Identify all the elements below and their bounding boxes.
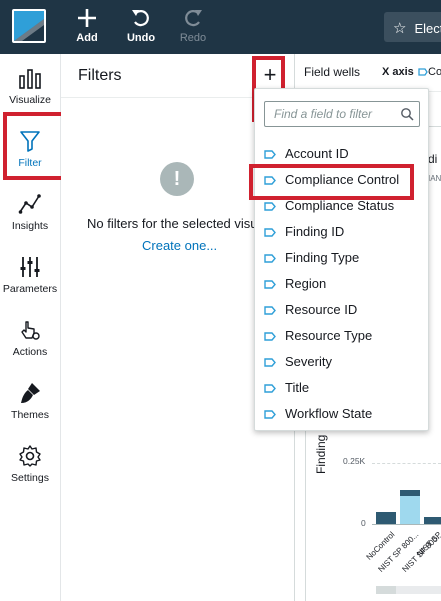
field-wells-label: Field wells	[304, 65, 361, 79]
undo-icon	[119, 6, 163, 30]
field-item-resource-type[interactable]: Resource Type	[255, 323, 430, 349]
field-item-finding-type[interactable]: Finding Type	[255, 245, 430, 271]
add-label: Add	[76, 32, 98, 44]
gear-icon	[19, 445, 41, 467]
redo-button[interactable]: Redo	[171, 6, 215, 44]
annotation-highlight-compliance-control	[249, 164, 414, 200]
rail-label-parameters: Parameters	[2, 283, 58, 295]
field-item-label: Severity	[285, 354, 332, 369]
y-tick-label: 0.25K	[343, 456, 366, 466]
rail-item-actions[interactable]: Actions	[0, 318, 60, 358]
x-axis-field-name: Co	[428, 66, 441, 78]
rail-label-themes: Themes	[11, 409, 49, 421]
dimension-tag-icon	[264, 384, 276, 393]
undo-label: Undo	[126, 32, 156, 44]
scrollbar-thumb[interactable]	[376, 586, 396, 594]
analysis-title: Elect	[414, 21, 441, 36]
bar-chart-icon	[19, 69, 41, 89]
dimension-tag-icon	[264, 202, 276, 211]
top-toolbar: Add Undo Redo ☆ Elect	[0, 0, 441, 54]
undo-button[interactable]: Undo	[119, 6, 163, 44]
rail-label-settings: Settings	[11, 472, 49, 484]
dimension-tag-icon	[264, 150, 276, 159]
annotation-highlight-filter	[3, 112, 65, 180]
search-icon	[401, 108, 414, 121]
filters-title: Filters	[78, 67, 122, 84]
field-item-label: Compliance Status	[285, 198, 395, 213]
field-wells-bar[interactable]: Field wells X axis Co	[296, 54, 441, 92]
field-item-severity[interactable]: Severity	[255, 349, 430, 375]
trend-line-icon	[18, 194, 41, 214]
field-item-label: Finding Type	[285, 250, 360, 265]
field-item-label: Workflow State	[285, 406, 373, 421]
field-search-box	[264, 101, 420, 127]
create-filter-link[interactable]: Create one...	[142, 238, 217, 253]
field-item-label: Resource ID	[285, 302, 358, 317]
field-item-workflow-state[interactable]: Workflow State	[255, 401, 430, 427]
sliders-icon	[20, 257, 40, 277]
rail-label-visualize: Visualize	[9, 94, 51, 106]
bar-segment[interactable]	[400, 496, 420, 524]
field-item-finding-id[interactable]: Finding ID	[255, 219, 430, 245]
rail-item-parameters[interactable]: Parameters	[0, 255, 60, 295]
field-picker-dropdown: Account ID Compliance Control Compliance…	[254, 88, 429, 431]
dimension-tag-icon	[418, 68, 428, 76]
rail-item-insights[interactable]: Insights	[0, 192, 60, 232]
field-item-label: Resource Type	[285, 328, 373, 343]
rail-item-themes[interactable]: Themes	[0, 381, 60, 421]
dimension-tag-icon	[264, 280, 276, 289]
dimension-tag-icon	[264, 358, 276, 367]
info-icon: !	[160, 162, 194, 196]
analysis-title-button[interactable]: ☆ Elect	[384, 12, 441, 42]
rail-item-settings[interactable]: Settings	[0, 444, 60, 484]
gridline	[372, 463, 441, 464]
x-axis-well-label: X axis	[382, 66, 414, 78]
field-item-region[interactable]: Region	[255, 271, 430, 297]
field-search-input[interactable]	[265, 102, 395, 126]
paintbrush-icon	[21, 383, 40, 403]
quicksight-logo[interactable]	[12, 9, 46, 43]
y-axis-label: Finding	[314, 434, 328, 474]
dimension-tag-icon	[264, 410, 276, 419]
field-item-title[interactable]: Title	[255, 375, 430, 401]
bar-segment[interactable]	[376, 512, 396, 524]
x-axis-baseline	[372, 524, 441, 525]
field-item-label: Account ID	[285, 146, 349, 161]
rail-label-insights: Insights	[11, 220, 49, 232]
x-axis-field-chip[interactable]: Co	[418, 66, 441, 78]
pointer-gear-icon	[21, 321, 40, 340]
field-item-resource-id[interactable]: Resource ID	[255, 297, 430, 323]
dimension-tag-icon	[264, 254, 276, 263]
dimension-tag-icon	[264, 332, 276, 341]
horizontal-scrollbar[interactable]	[376, 586, 441, 594]
rail-label-actions: Actions	[12, 346, 48, 358]
field-item-label: Region	[285, 276, 327, 291]
plus-icon	[65, 6, 109, 30]
bar-segment[interactable]	[424, 517, 441, 524]
field-item-label: Title	[285, 380, 310, 395]
star-icon: ☆	[393, 20, 407, 37]
redo-icon	[171, 6, 215, 30]
y-tick-label: 0	[361, 518, 366, 528]
add-button[interactable]: Add	[65, 6, 109, 44]
dimension-tag-icon	[264, 306, 276, 315]
rail-item-visualize[interactable]: Visualize	[0, 66, 60, 106]
field-item-label: Finding ID	[285, 224, 345, 239]
redo-label: Redo	[179, 32, 207, 44]
dimension-tag-icon	[264, 228, 276, 237]
